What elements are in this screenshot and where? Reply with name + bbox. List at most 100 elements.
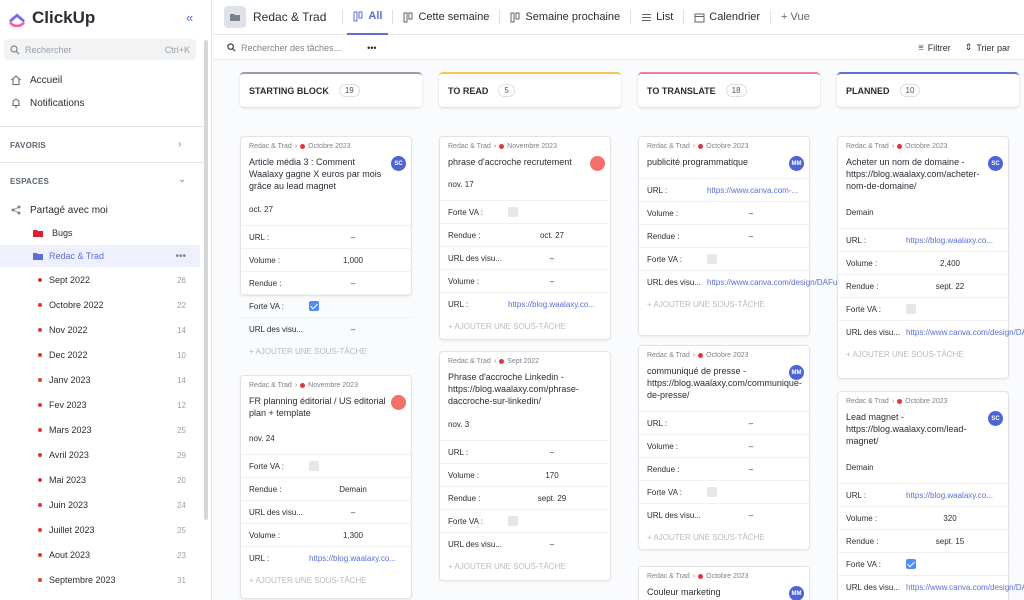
more-options-icon[interactable]: ••• xyxy=(367,43,376,53)
field-value[interactable]: https://blog.waalaxy.co... xyxy=(508,300,608,309)
task-search-input[interactable]: Rechercher des tâches... xyxy=(227,43,341,53)
card-title[interactable]: FR planning éditorial / US editorial pla… xyxy=(249,395,387,419)
more-options-icon[interactable]: ••• xyxy=(175,251,186,262)
avatar[interactable]: SC xyxy=(391,156,406,171)
custom-field: URL : https://blog.waalaxy.co... xyxy=(838,228,1010,251)
sidebar-item-shared[interactable]: Partagé avec moi xyxy=(10,204,108,216)
tab-calendrier[interactable]: Calendrier xyxy=(688,0,766,35)
espaces-section[interactable]: ESPACES xyxy=(10,177,49,186)
column-header[interactable]: STARTING BLOCK 19 xyxy=(240,72,422,107)
task-card[interactable]: Redac & Trad › Novembre 2023 FR planning éd… xyxy=(240,375,413,599)
forte-va-checkbox[interactable] xyxy=(508,207,518,217)
task-card[interactable]: Redac & Trad › Novembre 2023 phrase d'accro… xyxy=(439,136,612,340)
task-card[interactable]: Redac & Trad › Octobre 2023 Lead magnet - h… xyxy=(837,391,1024,600)
list-color-dot xyxy=(38,328,42,332)
add-view-button[interactable]: + Vue xyxy=(775,0,816,35)
tab-semaine-prochaine[interactable]: Semaine prochaine xyxy=(504,0,626,35)
forte-va-checkbox[interactable] xyxy=(508,516,518,526)
sidebar-item-notifications[interactable]: Notifications xyxy=(10,97,84,109)
sidebar-item-accueil[interactable]: Accueil xyxy=(10,74,62,86)
add-subtask-button[interactable]: + AJOUTER UNE SOUS-TÂCHE xyxy=(249,576,367,585)
avatar[interactable] xyxy=(391,395,406,410)
card-title[interactable]: Article média 3 : Comment Waalaxy gagne … xyxy=(249,156,387,192)
sort-button[interactable]: ⇕ Trier par xyxy=(965,42,1010,53)
search-placeholder: Rechercher des tâches... xyxy=(241,42,342,53)
add-subtask-button[interactable]: + AJOUTER UNE SOUS-TÂCHE xyxy=(647,533,765,542)
task-card[interactable]: Redac & Trad › Octobre 2023 publicité progr… xyxy=(638,136,884,336)
chevron-down-icon[interactable]: ⌄ xyxy=(178,174,186,185)
sidebar-list-item[interactable]: Mars 2023 25 xyxy=(0,419,200,441)
sidebar-item-redac-trad[interactable]: Redac & Trad ••• xyxy=(0,245,200,267)
add-subtask-button[interactable]: + AJOUTER UNE SOUS-TÂCHE xyxy=(846,350,964,359)
forte-va-checkbox[interactable] xyxy=(707,254,717,264)
task-card[interactable]: Redac & Trad › Octobre 2023 communiqué de p… xyxy=(638,345,811,550)
field-value[interactable]: https://blog.waalaxy.co... xyxy=(309,554,409,563)
add-subtask-button[interactable]: + AJOUTER UNE SOUS-TÂCHE xyxy=(647,300,765,309)
sidebar-list-item[interactable]: Janv 2023 14 xyxy=(0,369,200,391)
card-title[interactable]: communiqué de presse - https://blog.waal… xyxy=(647,365,802,401)
tab-all[interactable]: All xyxy=(347,0,389,35)
task-card[interactable]: Redac & Trad › Sept 2022 Phrase d'accroche … xyxy=(439,351,612,581)
task-card[interactable]: Redac & Trad › Octobre 2023 Couleur marketi… xyxy=(638,566,810,600)
sidebar-search-input[interactable]: Rechercher Ctrl+K xyxy=(4,39,196,60)
sidebar-list-item[interactable]: Dec 2022 10 xyxy=(0,344,200,366)
card-title[interactable]: phrase d'accroche recrutement xyxy=(448,156,586,168)
sidebar-list-item[interactable]: Juillet 2023 25 xyxy=(0,519,200,541)
forte-va-checkbox[interactable] xyxy=(906,304,916,314)
add-subtask-button[interactable]: + AJOUTER UNE SOUS-TÂCHE xyxy=(448,562,566,571)
tab-list[interactable]: List xyxy=(635,0,679,35)
field-value[interactable]: https://www.canva.com/design/DAFuVK_WVro… xyxy=(906,583,1024,592)
favoris-section[interactable]: FAVORIS xyxy=(10,141,46,150)
column-header[interactable]: TO TRANSLATE 18 xyxy=(638,72,820,107)
sidebar-list-item[interactable]: Fev 2023 12 xyxy=(0,394,200,416)
collapse-sidebar-icon[interactable]: « xyxy=(186,10,193,25)
space-avatar[interactable] xyxy=(224,6,246,28)
sidebar-scrollbar[interactable] xyxy=(204,40,208,520)
crumb-month: Octobre 2023 xyxy=(706,573,749,580)
field-value[interactable]: https://www.canva.com-... xyxy=(707,186,807,195)
card-title[interactable]: Lead magnet - https://blog.waalaxy.com/l… xyxy=(846,411,984,447)
tab-cette-semaine[interactable]: Cette semaine xyxy=(397,0,495,35)
sidebar-list-item[interactable]: Mai 2023 20 xyxy=(0,469,200,491)
forte-va-checkbox[interactable] xyxy=(906,559,916,569)
add-subtask-button[interactable]: + AJOUTER UNE SOUS-TÂCHE xyxy=(448,322,566,331)
column-header[interactable]: PLANNED 10 xyxy=(837,72,1019,107)
avatar[interactable]: MM xyxy=(789,586,804,600)
sidebar-list-item[interactable]: Octobre 2022 22 xyxy=(0,294,200,316)
clickup-logo[interactable]: ClickUp xyxy=(8,8,95,28)
task-card[interactable]: Redac & Trad › Octobre 2023 Article média 3… xyxy=(240,136,413,356)
avatar[interactable]: SC xyxy=(988,411,1003,426)
custom-field: Rendue : – xyxy=(639,457,811,480)
field-value[interactable]: https://www.canva.com/design/DAFuzWlRNBI… xyxy=(906,328,1024,337)
sidebar-list-item[interactable]: Nov 2022 14 xyxy=(0,319,200,341)
avatar[interactable]: SC xyxy=(988,156,1003,171)
field-value[interactable]: https://www.canva.com/design/DAFu_2J0JAM… xyxy=(707,278,884,287)
task-card[interactable]: Redac & Trad › Octobre 2023 Acheter un nom … xyxy=(837,136,1024,379)
column-header[interactable]: TO READ 5 xyxy=(439,72,621,107)
sidebar-list-item[interactable]: Avril 2023 29 xyxy=(0,444,200,466)
chevron-right-icon: › xyxy=(891,398,895,405)
forte-va-checkbox[interactable] xyxy=(309,461,319,471)
filter-button[interactable]: ⩸ Filtrer xyxy=(918,42,950,53)
card-title[interactable]: Acheter un nom de domaine - https://blog… xyxy=(846,156,984,192)
sidebar-list-item[interactable]: Septembre 2023 31 xyxy=(0,569,200,591)
chevron-right-icon[interactable]: › xyxy=(178,139,181,150)
card-title[interactable]: Couleur marketing xyxy=(647,586,785,598)
sidebar-list-item[interactable]: Juin 2023 24 xyxy=(0,494,200,516)
sidebar-item-label: Dec 2022 xyxy=(49,350,88,360)
card-title[interactable]: publicité programmatique xyxy=(647,156,785,168)
sidebar-list-item[interactable]: Sept 2022 26 xyxy=(0,269,200,291)
field-value[interactable]: https://blog.waalaxy.co... xyxy=(906,236,1006,245)
forte-va-checkbox[interactable] xyxy=(309,301,319,311)
avatar[interactable]: MM xyxy=(789,156,804,171)
sidebar-item-bugs[interactable]: Bugs xyxy=(32,227,73,239)
card-breadcrumb: Redac & Trad › Octobre 2023 xyxy=(249,143,351,150)
forte-va-checkbox[interactable] xyxy=(707,487,717,497)
avatar[interactable]: MM xyxy=(789,365,804,380)
card-title[interactable]: Phrase d'accroche Linkedin - https://blo… xyxy=(448,371,586,407)
sidebar-list-item[interactable]: Aout 2023 23 xyxy=(0,544,200,566)
page-title[interactable]: Redac & Trad xyxy=(253,10,326,24)
field-value[interactable]: https://blog.waalaxy.co... xyxy=(906,491,1006,500)
avatar[interactable] xyxy=(590,156,605,171)
add-subtask-button[interactable]: + AJOUTER UNE SOUS-TÂCHE xyxy=(249,347,367,356)
